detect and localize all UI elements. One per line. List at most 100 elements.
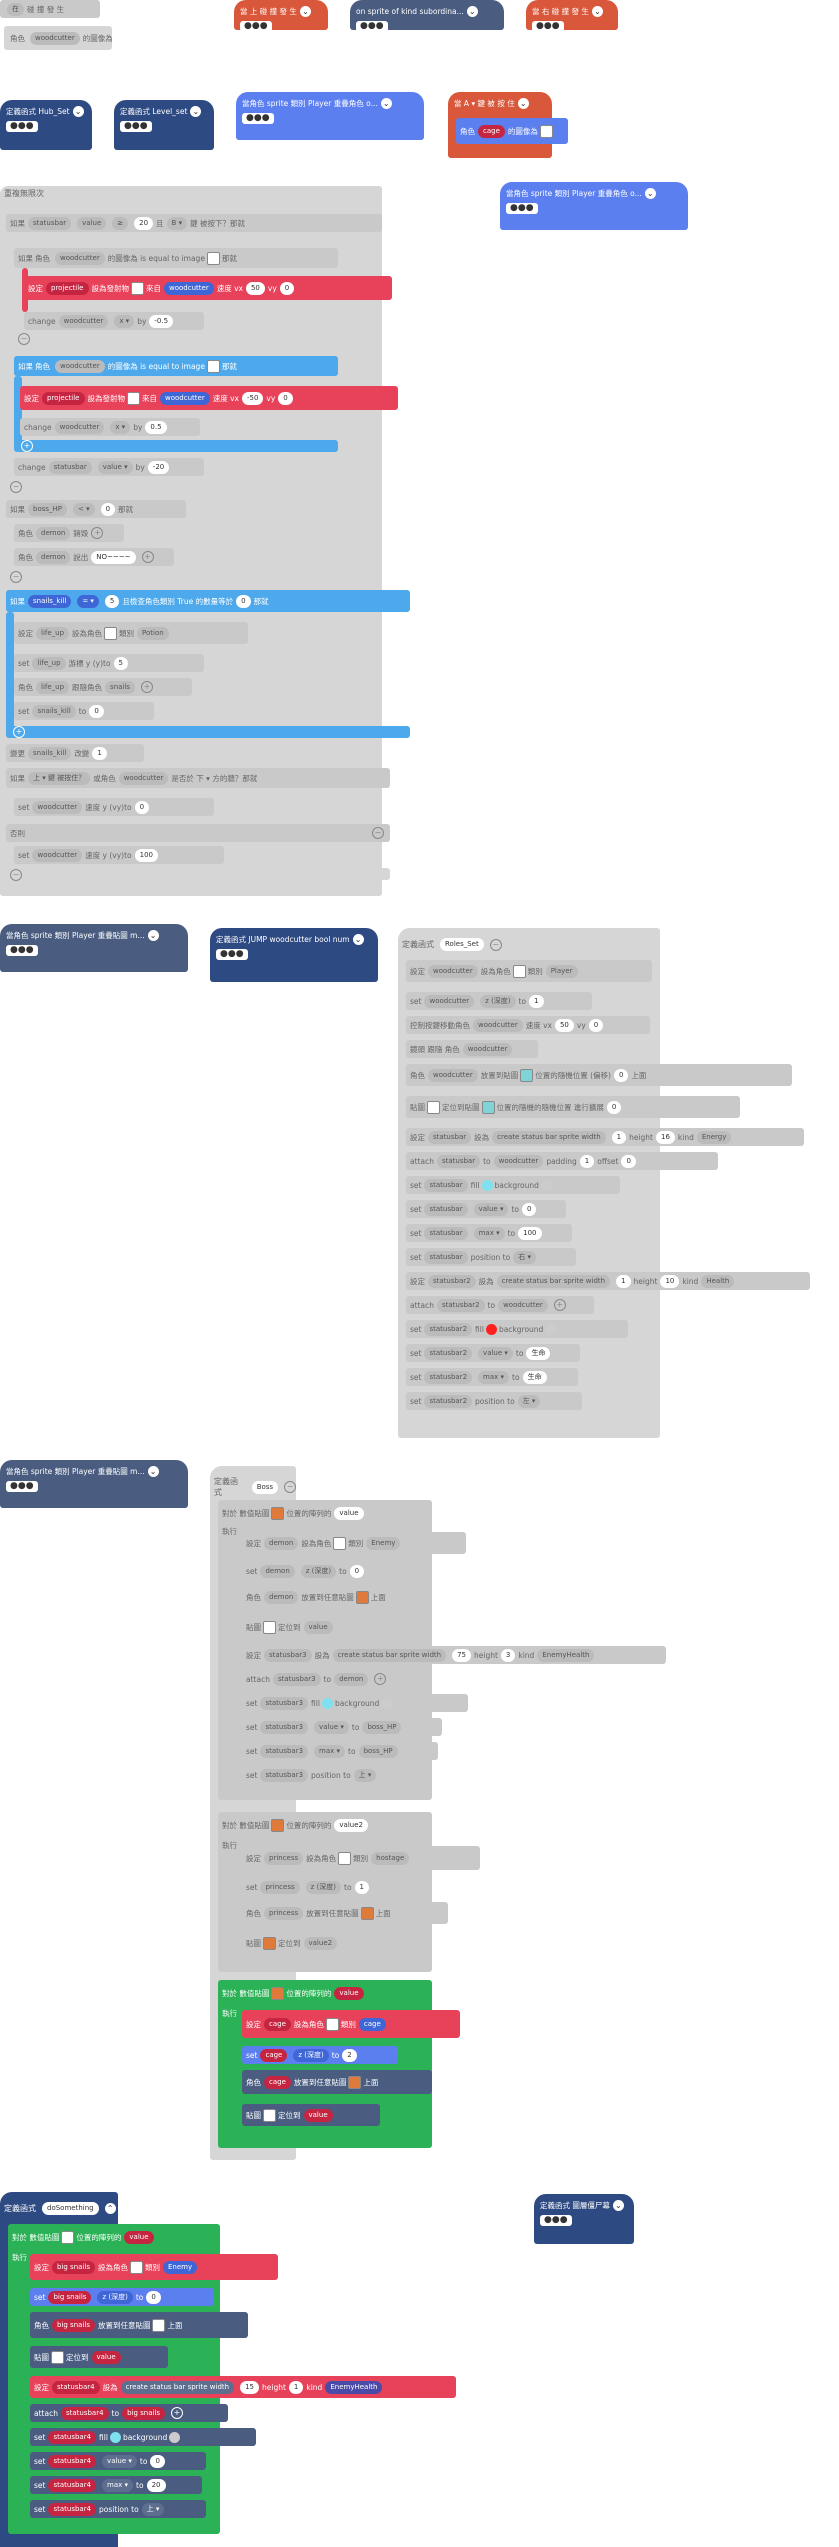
chevron-down-icon[interactable]: ⌄ (380, 98, 392, 109)
more-dots-icon[interactable]: ●●● (356, 21, 388, 32)
chevron-down-icon[interactable]: ⌄ (72, 106, 84, 117)
var-pill[interactable]: value (303, 2108, 333, 2122)
var-pill[interactable]: boss_HP (28, 502, 68, 516)
var-pill[interactable]: value (303, 1620, 333, 1634)
plus-icon[interactable]: + (140, 681, 153, 693)
value-input[interactable]: 生命 (526, 1346, 551, 1360)
stub-sprite[interactable]: woodcutter (30, 31, 80, 45)
width-input[interactable]: 75 (452, 1648, 471, 1662)
var-pill[interactable]: statusbar4 (60, 2406, 109, 2420)
var-pill[interactable]: woodcutter (462, 1042, 513, 1056)
minus-icon[interactable]: − (18, 333, 30, 345)
boss-b1[interactable]: 設定 demon 設為 角色 類別 Enemy (242, 1532, 466, 1554)
fill-color-swatch[interactable] (321, 1697, 333, 1709)
roles-r17[interactable]: set statusbar2 max ▾ to 生命 (406, 1368, 578, 1386)
say-demon-row[interactable]: 角色 demon 說出 NO~~~~ + (14, 548, 174, 566)
boss-b6[interactable]: attach statusbar3 to demon + (242, 1670, 412, 1688)
var-pill[interactable]: statusbar2 (424, 1394, 473, 1408)
boss-d1[interactable]: 設定 cage 設為 角色 類別 cage (242, 2010, 460, 2038)
roles-r15[interactable]: set statusbar2 fill background (406, 1320, 628, 1338)
sprite-pill[interactable]: woodcutter (160, 391, 210, 405)
image-thumb-icon[interactable] (338, 1851, 352, 1865)
loop-var[interactable]: value (334, 1506, 364, 1520)
value-input[interactable]: 生命 (522, 1370, 547, 1384)
chevron-down-icon[interactable]: ⌄ (352, 934, 364, 945)
field-dropdown[interactable]: value ▾ (97, 460, 133, 474)
bottom-e9[interactable]: set statusbar4 max ▾ to 20 (30, 2476, 202, 2494)
more-dots-icon[interactable]: ●●● (216, 949, 248, 960)
bg-color-swatch[interactable] (545, 1323, 557, 1335)
var-pill[interactable]: woodcutter (428, 1068, 478, 1082)
hat-on-sprite-kind[interactable]: on sprite of kind subordina... ⌄ ●●● (350, 0, 504, 32)
tile-icon[interactable] (348, 2075, 362, 2089)
num-input[interactable]: 5 (104, 594, 120, 608)
if-image-row-2[interactable]: 如果 角色 woodcutter 的圖像為 is equal to image … (14, 356, 338, 376)
boss-d4[interactable]: 貼圖 定位到 value (242, 2104, 380, 2126)
tile-icon[interactable] (61, 2230, 75, 2244)
sprite-pill[interactable]: woodcutter (164, 281, 214, 295)
for1-header[interactable]: 對於 數值 貼圖 位置的陣列 的 value (218, 1502, 430, 1524)
kind-dropdown[interactable]: EnemyHealth (325, 2380, 383, 2394)
boss-b5[interactable]: 設定 statusbar3 設為 create status bar sprit… (242, 1646, 666, 1664)
change-snails-row[interactable]: 變更 snails_kill 改變 1 (6, 744, 144, 762)
var-pill[interactable]: life_up (32, 656, 66, 670)
create-statusbar[interactable]: create status bar sprite width (496, 1274, 611, 1288)
plus-icon[interactable]: + (141, 551, 154, 563)
tile-icon[interactable] (271, 1506, 285, 1520)
more-dots-icon[interactable]: ●●● (240, 21, 272, 32)
var-pill[interactable]: projectile (46, 281, 89, 295)
grey-stub-row[interactable]: 角色 woodcutter 的圖像為 (4, 26, 112, 50)
tile-icon[interactable] (271, 1818, 285, 1832)
target-pill[interactable]: demon (334, 1672, 369, 1686)
var-pill[interactable]: statusbar (28, 216, 72, 230)
value-pill[interactable]: boss_HP (358, 1744, 398, 1758)
projectile-row-1[interactable]: 設定 projectile 設為 發射物 來自 woodcutter 速度 vx… (24, 276, 392, 300)
position-dropdown[interactable]: 左 ▾ (517, 1394, 541, 1408)
create-statusbar[interactable]: create status bar sprite width (492, 1130, 606, 1144)
plus-icon[interactable]: + (91, 527, 104, 539)
tile-icon[interactable] (51, 2350, 64, 2364)
prop-dropdown[interactable]: z (深度) (300, 1564, 337, 1578)
height-input[interactable]: 3 (500, 1648, 516, 1662)
field-dropdown[interactable]: value ▾ (473, 1202, 509, 1216)
bottom-e10[interactable]: set statusbar4 position to 上 ▾ (30, 2500, 206, 2518)
roles-r2[interactable]: set woodcutter z (深度) to 1 (406, 992, 592, 1010)
num-input[interactable]: 0 (606, 1100, 622, 1114)
field-dropdown[interactable]: max ▾ (473, 1226, 505, 1240)
boss-b9[interactable]: set statusbar3 max ▾ to boss_HP (242, 1742, 438, 1760)
chevron-down-icon[interactable]: ⌄ (190, 106, 202, 117)
width-input[interactable]: 1 (616, 1274, 631, 1288)
bg-color-swatch[interactable] (381, 1697, 393, 1709)
field-pill[interactable]: value (77, 216, 107, 230)
stub-field[interactable]: 在 (7, 2, 24, 16)
boss-c1[interactable]: 設定 princess 設為 角色 類別 hostage (242, 1846, 480, 1870)
plus-icon[interactable]: + (374, 1673, 387, 1685)
roles-r13[interactable]: 設定 statusbar2 設為 create status bar sprit… (406, 1272, 810, 1290)
sprite-pill[interactable]: woodcutter (54, 420, 105, 434)
boss-d2[interactable]: set cage z (深度) to 2 (242, 2046, 398, 2064)
vx-input[interactable]: 50 (245, 281, 265, 295)
kind-dropdown[interactable]: cage (358, 2017, 386, 2031)
tile-icon[interactable] (360, 1906, 374, 1920)
plus-icon[interactable]: + (171, 2407, 184, 2419)
plus-icon[interactable]: + (21, 440, 33, 452)
position-dropdown[interactable]: 右 ▾ (513, 1250, 536, 1264)
num-input[interactable]: 50 (554, 1018, 574, 1032)
hat-overlap-3[interactable]: 當角色 sprite 類別 Player 重疊貼圖 m... ⌄ ●●● (0, 924, 188, 972)
bg-color-swatch[interactable] (540, 1179, 552, 1191)
if-statusbar-row[interactable]: 如果 statusbar value ≥ 20 且 B ▾ 鍵 被按下？ 那就 (6, 214, 382, 232)
image-thumb-icon[interactable] (539, 124, 553, 138)
height-input[interactable]: 1 (288, 2380, 304, 2394)
num-input[interactable]: -20 (147, 460, 170, 474)
var-pill[interactable]: woodcutter (428, 964, 478, 978)
grey-stub-header[interactable]: 在 碰 撞 發 生 (0, 0, 100, 18)
chevron-down-icon[interactable]: ⌄ (591, 6, 603, 17)
roles-r10[interactable]: set statusbar value ▾ to 0 (406, 1200, 566, 1218)
var-pill[interactable]: statusbar2 (424, 1322, 473, 1336)
hat-overlap-2[interactable]: 當角色 sprite 類別 Player 重疊角色 o... ⌄ ●●● (500, 182, 688, 230)
var-pill[interactable]: life_up (36, 626, 70, 640)
roles-r18[interactable]: set statusbar2 position to 左 ▾ (406, 1392, 582, 1410)
more-dots-icon[interactable]: ●●● (6, 1481, 38, 1492)
key-dropdown[interactable]: B ▾ (166, 216, 188, 230)
say-text-input[interactable]: NO~~~~ (91, 550, 136, 564)
